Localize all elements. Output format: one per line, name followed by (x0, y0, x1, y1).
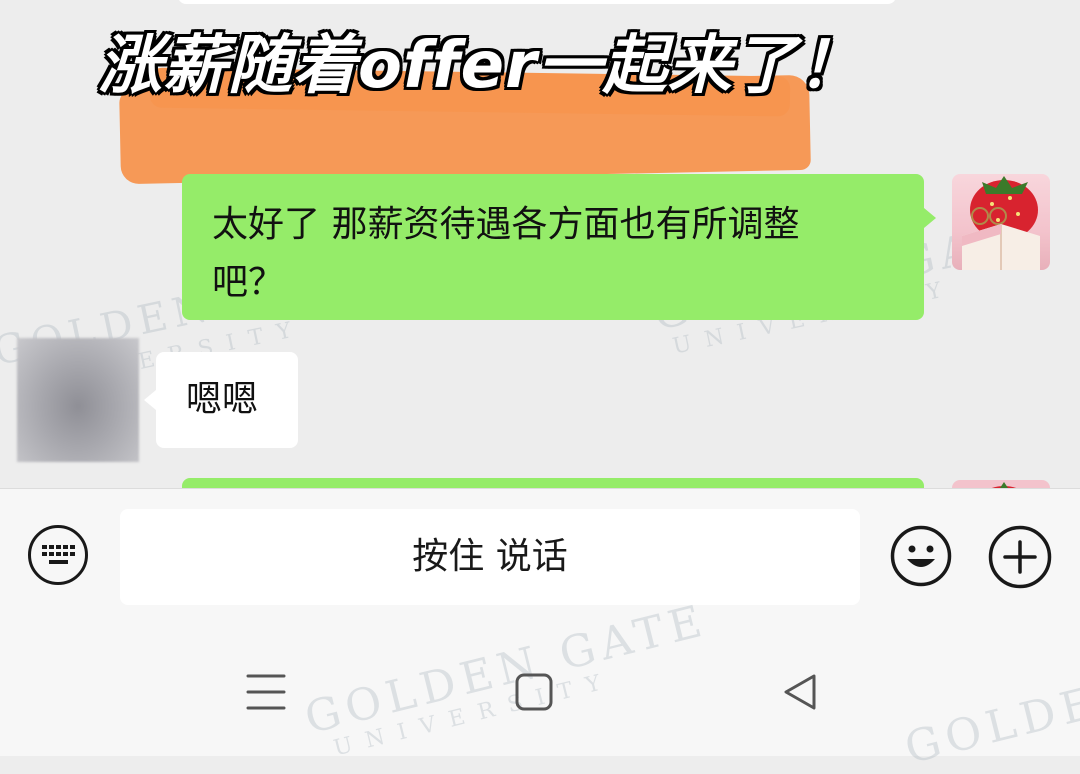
menu-icon (246, 674, 286, 710)
contact-avatar[interactable] (17, 338, 139, 462)
smiley-icon (890, 525, 952, 587)
hold-to-talk-button[interactable]: 按住 说话 (120, 509, 860, 605)
keyboard-icon (42, 545, 75, 564)
input-bar: 按住 说话 (0, 488, 1080, 625)
headline-overlay: 涨薪随着offer一起来了！ (98, 29, 863, 103)
more-actions-button[interactable] (988, 525, 1052, 589)
contact-message-bubble[interactable]: 嗯嗯 (156, 352, 298, 448)
message-text: 太好了 那薪资待遇各方面也有所调整 (212, 204, 800, 245)
emoji-button[interactable] (890, 525, 952, 587)
back-button[interactable] (780, 672, 820, 712)
bubble-tail (144, 390, 156, 410)
watermark: UNIVERSITY (331, 667, 617, 762)
bubble-tail (924, 208, 936, 228)
home-button[interactable] (514, 672, 554, 712)
strawberry-avatar-icon (982, 482, 1028, 488)
chat-area[interactable]: GOLDEN GATE GOLDEN GATE UNIVERSITY UNIVE… (0, 0, 1080, 488)
my-avatar[interactable] (952, 174, 1050, 270)
strawberry-avatar-icon (962, 176, 1040, 270)
message-text: 嗯嗯 (186, 379, 259, 420)
previous-message-bubble[interactable] (178, 0, 896, 4)
my-avatar[interactable] (952, 480, 1050, 488)
system-nav-bar: GOLDEN GATE UNIVERSITY GOLDEN GATE (0, 595, 1080, 774)
home-icon (515, 673, 553, 711)
watermark: GOLDEN GATE (899, 625, 1080, 774)
back-icon (784, 674, 816, 710)
keyboard-toggle-button[interactable] (28, 525, 88, 585)
my-message-bubble[interactable] (182, 478, 924, 488)
plus-icon (988, 525, 1052, 589)
my-message-bubble[interactable]: 太好了 那薪资待遇各方面也有所调整 吧？ (182, 174, 924, 320)
message-text: 吧？ (212, 262, 285, 303)
menu-button[interactable] (246, 672, 286, 712)
